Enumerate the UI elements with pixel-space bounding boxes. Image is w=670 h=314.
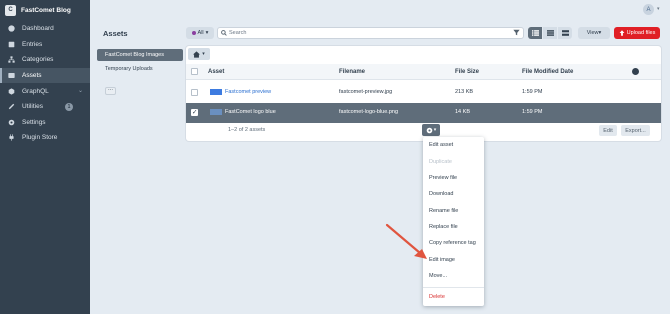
column-file-modified-date[interactable]: File Modified Date xyxy=(522,69,573,75)
chevron-down-icon: ▾ xyxy=(598,30,602,36)
graphql-icon xyxy=(7,87,16,96)
asset-filename: fastcomet-logo-blue.png xyxy=(339,109,399,115)
site-filter-button[interactable]: All ▾ xyxy=(186,27,214,39)
actions-menu-button[interactable]: ▾ xyxy=(422,124,440,136)
user-avatar[interactable]: A xyxy=(643,4,654,15)
nav-label: Settings xyxy=(22,118,46,126)
annotation-arrow xyxy=(385,223,427,259)
column-settings-icon[interactable] xyxy=(632,68,639,75)
menu-item-edit-asset[interactable]: Edit asset xyxy=(429,142,453,148)
nav-label: Utilities xyxy=(22,103,43,111)
main-nav: Dashboard Entries Categories Assets Grap… xyxy=(0,21,90,146)
home-icon xyxy=(193,50,201,58)
sources-more-button[interactable]: ... xyxy=(105,86,116,95)
page-title: Assets xyxy=(103,29,128,38)
thumbs-view-button[interactable] xyxy=(558,27,572,39)
export-button[interactable]: Export... xyxy=(621,125,650,136)
menu-item-download[interactable]: Download xyxy=(429,191,453,197)
gear-icon xyxy=(7,118,16,127)
menu-item-move[interactable]: Move... xyxy=(429,273,447,279)
select-all-checkbox[interactable] xyxy=(191,68,198,75)
chevron-down-icon[interactable]: ▾ xyxy=(657,6,660,12)
asset-date: 1:59 PM xyxy=(522,109,543,115)
nav-label: GraphQL xyxy=(22,87,49,95)
site-dot-icon xyxy=(191,31,196,35)
source-fastcomet-blog-images[interactable]: FastComet Blog Images xyxy=(97,49,183,61)
menu-divider xyxy=(423,287,484,288)
upload-icon xyxy=(619,30,625,36)
menu-item-copy-reference-tag[interactable]: Copy reference tag xyxy=(429,240,476,246)
view-label: View xyxy=(586,30,599,36)
table-header xyxy=(186,64,661,80)
sidebar: C FastComet Blog Dashboard Entries Categ… xyxy=(0,0,90,314)
grid-view-button[interactable] xyxy=(543,27,557,39)
asset-size: 213 KB xyxy=(455,89,474,95)
nav-item-settings[interactable]: Settings xyxy=(0,115,90,131)
column-asset[interactable]: Asset xyxy=(208,69,224,75)
asset-size: 14 KB xyxy=(455,109,470,115)
search-placeholder: Search xyxy=(229,30,247,36)
column-filename[interactable]: Filename xyxy=(339,69,365,75)
asset-date: 1:59 PM xyxy=(522,89,543,95)
site-logo: C xyxy=(5,4,16,16)
asset-thumbnail xyxy=(210,89,222,95)
view-menu-button[interactable]: View ▾ xyxy=(578,27,610,39)
asset-count: 1–2 of 2 assets xyxy=(228,127,266,133)
nav-item-dashboard[interactable]: Dashboard xyxy=(0,21,90,37)
check-icon: ✓ xyxy=(192,109,198,116)
menu-item-edit-image[interactable]: Edit image xyxy=(429,257,455,263)
row-checkbox[interactable] xyxy=(191,89,198,96)
nav-label: Categories xyxy=(22,56,54,64)
upload-label: Upload files xyxy=(626,30,656,36)
site-name: FastComet Blog xyxy=(21,6,71,14)
nav-item-assets[interactable]: Assets xyxy=(0,67,90,84)
nav-label: Entries xyxy=(22,40,43,48)
menu-item-duplicate: Duplicate xyxy=(429,159,452,165)
folder-breadcrumb[interactable]: ▾ xyxy=(188,48,210,60)
column-file-size[interactable]: File Size xyxy=(455,69,479,75)
entries-icon xyxy=(7,40,16,49)
site-switcher[interactable]: C FastComet Blog xyxy=(0,0,90,20)
nav-label: Plugin Store xyxy=(22,134,58,142)
menu-item-delete[interactable]: Delete xyxy=(429,294,445,300)
nav-item-entries[interactable]: Entries xyxy=(0,37,90,53)
utilities-badge: 1 xyxy=(65,102,73,111)
source-temporary-uploads[interactable]: Temporary Uploads xyxy=(97,63,183,75)
thumbs-icon xyxy=(561,30,569,36)
asset-title-link[interactable]: Fastcomet preview xyxy=(225,89,271,95)
nav-item-graphql[interactable]: GraphQL ⌄ xyxy=(0,83,90,99)
list-icon xyxy=(531,30,539,36)
sitemap-icon xyxy=(7,55,16,64)
gear-icon xyxy=(426,127,433,133)
nav-item-categories[interactable]: Categories xyxy=(0,52,90,68)
table-view-button[interactable] xyxy=(528,27,542,39)
image-icon xyxy=(7,71,16,80)
grid-icon xyxy=(546,30,554,36)
wrench-icon xyxy=(7,102,16,111)
chevron-down-icon: ▾ xyxy=(433,127,437,133)
chevron-down-icon[interactable]: ⌄ xyxy=(78,87,83,94)
edit-button[interactable]: Edit xyxy=(599,125,617,136)
filter-icon[interactable] xyxy=(513,29,520,36)
nav-item-utilities[interactable]: Utilities 1 xyxy=(0,99,90,115)
chevron-down-icon: ▾ xyxy=(202,51,205,57)
upload-files-button[interactable]: Upload files xyxy=(614,27,660,39)
gauge-icon xyxy=(7,24,16,33)
nav-item-plugin-store[interactable]: Plugin Store xyxy=(0,130,90,146)
site-filter-label: All xyxy=(197,30,204,36)
asset-title-link[interactable]: FastComet logo blue xyxy=(225,109,276,115)
menu-item-rename-file[interactable]: Rename file xyxy=(429,208,458,214)
nav-label: Assets xyxy=(22,72,42,80)
nav-label: Dashboard xyxy=(22,25,54,33)
search-input[interactable]: Search xyxy=(217,27,524,39)
plug-icon xyxy=(7,133,16,142)
asset-filename: fastcomet-preview.jpg xyxy=(339,89,393,95)
menu-item-replace-file[interactable]: Replace file xyxy=(429,224,458,230)
menu-item-preview-file[interactable]: Preview file xyxy=(429,175,457,181)
search-icon xyxy=(221,30,227,36)
chevron-down-icon: ▾ xyxy=(205,30,209,36)
asset-thumbnail xyxy=(210,109,222,115)
